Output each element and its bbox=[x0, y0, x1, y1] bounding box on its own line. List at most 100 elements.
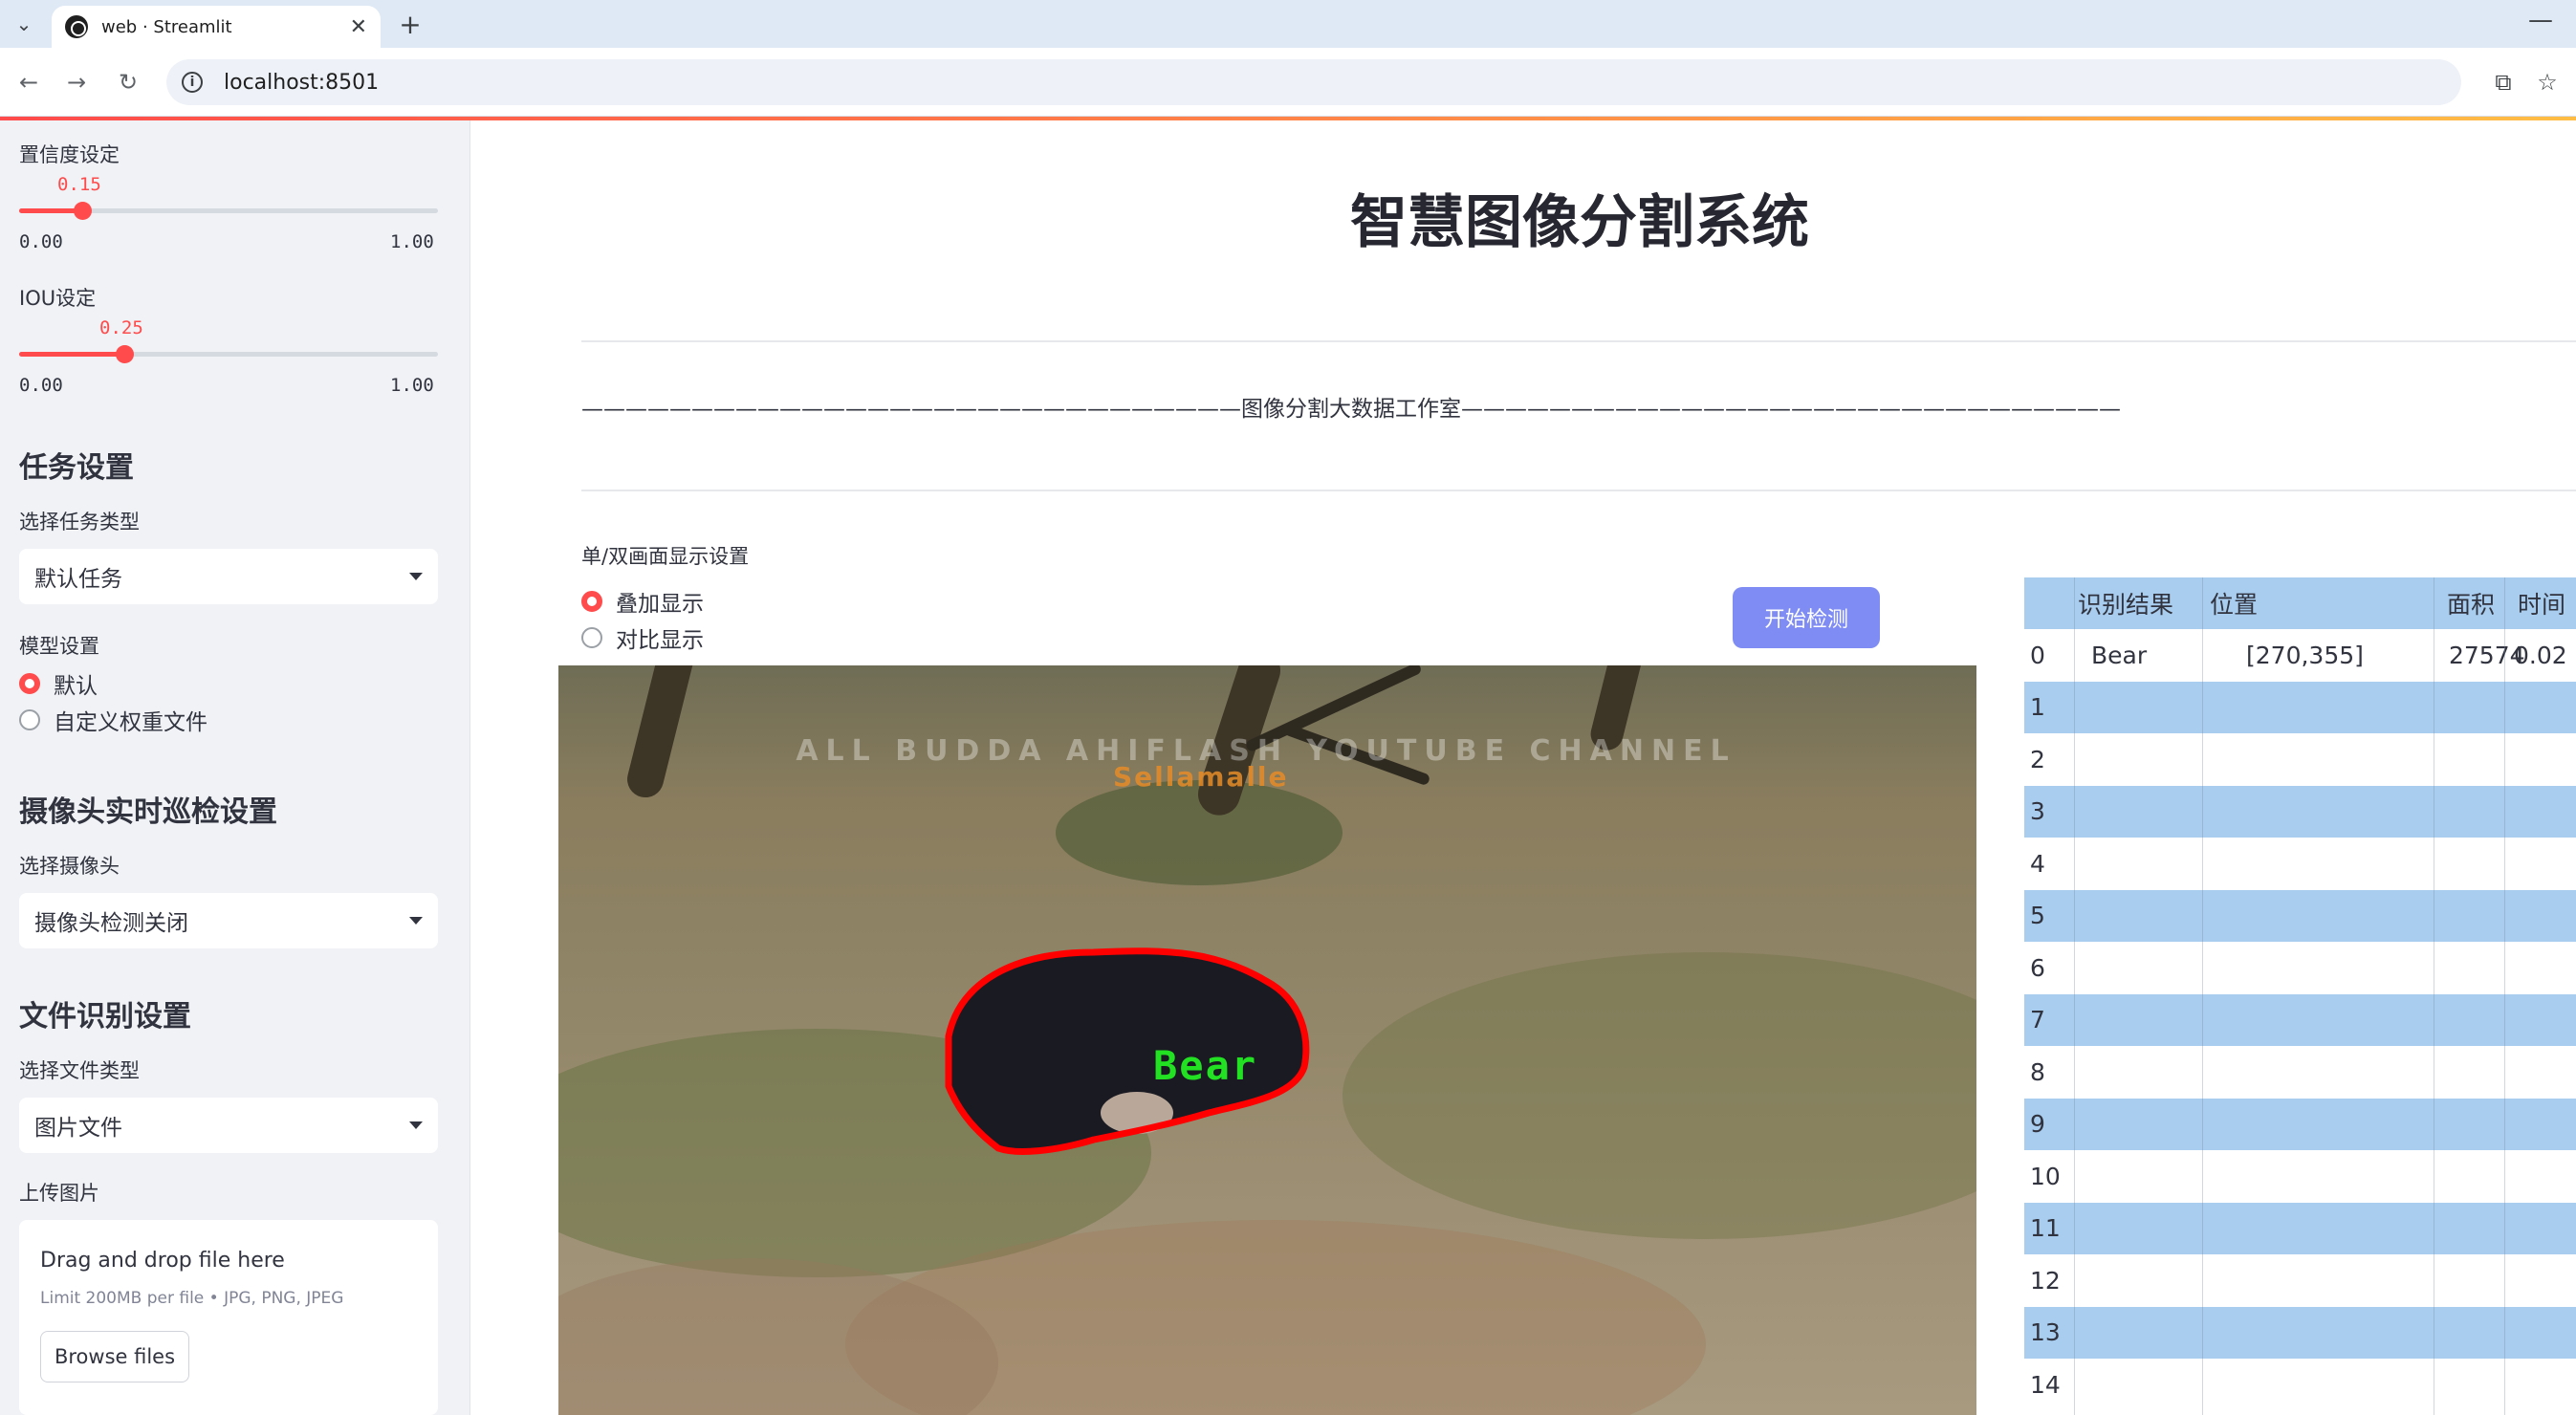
model-option-default[interactable]: 默认 bbox=[19, 667, 98, 700]
confidence-value: 0.15 bbox=[57, 174, 101, 195]
model-option-custom[interactable]: 自定义权重文件 bbox=[19, 704, 207, 736]
row-index-cell: 8 bbox=[2030, 1057, 2045, 1086]
display-mode-label: 单/双画面显示设置 bbox=[581, 545, 750, 568]
table-row[interactable]: 3 bbox=[2024, 785, 2576, 838]
confidence-max: 1.00 bbox=[390, 231, 434, 252]
header-result: 识别结果 bbox=[2078, 591, 2174, 619]
table-row[interactable]: 5 bbox=[2024, 889, 2576, 942]
segmentation-mask bbox=[945, 947, 1310, 1155]
bookmark-star-icon[interactable]: ☆ bbox=[2530, 65, 2565, 99]
task-settings-heading: 任务设置 bbox=[19, 451, 134, 485]
row-index-cell: 10 bbox=[2030, 1162, 2061, 1190]
table-row[interactable]: 0 Bear [270,355] 27574 0.02 bbox=[2024, 629, 2576, 681]
chevron-down-icon bbox=[409, 1121, 423, 1129]
row-index-cell: 11 bbox=[2030, 1214, 2061, 1242]
column-divider bbox=[2504, 577, 2505, 1415]
iou-slider[interactable] bbox=[19, 345, 438, 363]
iou-max: 1.00 bbox=[390, 375, 434, 396]
table-header: 识别结果 位置 面积 时间 bbox=[2024, 577, 2576, 629]
detection-label: Bear bbox=[1153, 1042, 1258, 1089]
header-position: 位置 bbox=[2210, 591, 2259, 619]
row-index-cell: 7 bbox=[2030, 1006, 2045, 1034]
sidebar: 置信度设定 0.15 0.00 1.00 IOU设定 0.25 0.00 1.0… bbox=[0, 120, 470, 1415]
table-row[interactable]: 11 bbox=[2024, 1202, 2576, 1254]
reload-icon[interactable]: ↻ bbox=[111, 65, 145, 99]
iou-slider-fill bbox=[19, 352, 124, 357]
result-cell: Bear bbox=[2091, 641, 2148, 669]
streamlit-favicon-icon bbox=[65, 15, 88, 38]
task-type-select[interactable]: 默认任务 bbox=[19, 549, 438, 604]
browse-files-button[interactable]: Browse files bbox=[40, 1331, 189, 1382]
forward-arrow-icon[interactable]: → bbox=[59, 65, 94, 99]
chevron-down-icon bbox=[409, 917, 423, 925]
table-row[interactable]: 14 bbox=[2024, 1359, 2576, 1410]
window-minimize-icon[interactable]: — bbox=[2528, 6, 2553, 34]
address-bar: ← → ↻ i localhost:8501 ⧉ ☆ bbox=[0, 48, 2576, 117]
display-option-label: 对比显示 bbox=[616, 628, 704, 653]
camera-select-label: 选择摄像头 bbox=[19, 855, 120, 878]
file-type-label: 选择文件类型 bbox=[19, 1059, 140, 1082]
radio-selected-icon[interactable] bbox=[581, 591, 602, 612]
row-index-cell: 9 bbox=[2030, 1110, 2045, 1138]
table-row[interactable]: 2 bbox=[2024, 733, 2576, 785]
iou-min: 0.00 bbox=[19, 375, 63, 396]
iou-value: 0.25 bbox=[99, 317, 143, 338]
studio-divider-text: ——————————————————————————————图像分割大数据工作室… bbox=[581, 397, 2121, 422]
table-row[interactable]: 7 bbox=[2024, 993, 2576, 1046]
iou-slider-thumb[interactable] bbox=[115, 345, 134, 363]
table-row[interactable]: 12 bbox=[2024, 1254, 2576, 1306]
browser-tab[interactable]: web · Streamlit ✕ bbox=[52, 6, 381, 48]
site-info-icon[interactable]: i bbox=[182, 72, 203, 93]
page-title: 智慧图像分割系统 bbox=[1350, 189, 1809, 256]
model-settings-label: 模型设置 bbox=[19, 635, 99, 658]
table-row[interactable]: 8 bbox=[2024, 1046, 2576, 1098]
tab-close-icon[interactable]: ✕ bbox=[350, 15, 367, 39]
browser-tab-strip: ⌄ web · Streamlit ✕ + — bbox=[0, 0, 2576, 48]
chevron-down-icon bbox=[409, 573, 423, 580]
row-index-cell: 6 bbox=[2030, 953, 2045, 982]
camera-settings-heading: 摄像头实时巡检设置 bbox=[19, 795, 277, 829]
table-row[interactable]: 10 bbox=[2024, 1150, 2576, 1202]
file-dropzone[interactable]: Drag and drop file here Limit 200MB per … bbox=[19, 1220, 438, 1415]
back-arrow-icon[interactable]: ← bbox=[11, 65, 46, 99]
table-row[interactable]: 1 bbox=[2024, 681, 2576, 733]
task-type-value: 默认任务 bbox=[34, 567, 122, 592]
url-text[interactable]: localhost:8501 bbox=[224, 71, 379, 95]
column-divider bbox=[2074, 577, 2075, 1415]
tab-search-chevron-icon[interactable]: ⌄ bbox=[8, 8, 40, 40]
radio-unselected-icon[interactable] bbox=[581, 627, 602, 648]
radio-unselected-icon[interactable] bbox=[19, 709, 40, 730]
url-omnibox[interactable]: i localhost:8501 bbox=[166, 59, 2461, 105]
task-type-label: 选择任务类型 bbox=[19, 511, 140, 533]
start-detection-button[interactable]: 开始检测 bbox=[1733, 587, 1880, 648]
file-type-select[interactable]: 图片文件 bbox=[19, 1098, 438, 1153]
display-option-compare[interactable]: 对比显示 bbox=[581, 621, 704, 654]
table-row[interactable]: 4 bbox=[2024, 838, 2576, 889]
table-row[interactable]: 13 bbox=[2024, 1306, 2576, 1359]
camera-select[interactable]: 摄像头检测关闭 bbox=[19, 893, 438, 948]
divider-bottom bbox=[581, 490, 2576, 491]
row-index-cell: 3 bbox=[2030, 797, 2045, 825]
column-divider bbox=[2202, 577, 2203, 1415]
results-table[interactable]: 识别结果 位置 面积 时间 0 Bear [270,355] 27574 0.02 1 2 3… bbox=[2024, 577, 2576, 1415]
translate-icon[interactable]: ⧉ bbox=[2486, 65, 2521, 99]
confidence-slider-thumb[interactable] bbox=[73, 202, 92, 220]
table-row[interactable]: 6 bbox=[2024, 942, 2576, 993]
camera-select-value: 摄像头检测关闭 bbox=[34, 911, 188, 936]
position-cell: [270,355] bbox=[2246, 641, 2364, 669]
confidence-slider[interactable] bbox=[19, 202, 438, 220]
display-option-overlay[interactable]: 叠加显示 bbox=[581, 585, 704, 618]
header-time: 时间 bbox=[2518, 591, 2566, 619]
radio-selected-icon[interactable] bbox=[19, 673, 40, 694]
new-tab-plus-icon[interactable]: + bbox=[394, 8, 426, 40]
table-row[interactable]: 9 bbox=[2024, 1098, 2576, 1150]
row-index-cell: 1 bbox=[2030, 693, 2045, 721]
dropzone-title: Drag and drop file here bbox=[40, 1249, 285, 1273]
time-cell: 0.02 bbox=[2514, 641, 2567, 669]
detection-result-image: ALL BUDDA AHIFLASH YOUTUBE CHANNEL Sella… bbox=[558, 665, 1976, 1415]
tab-title: web · Streamlit bbox=[101, 16, 232, 37]
row-index-cell: 4 bbox=[2030, 849, 2045, 878]
confidence-slider-fill bbox=[19, 208, 82, 213]
iou-label: IOU设定 bbox=[19, 287, 97, 310]
confidence-min: 0.00 bbox=[19, 231, 63, 252]
